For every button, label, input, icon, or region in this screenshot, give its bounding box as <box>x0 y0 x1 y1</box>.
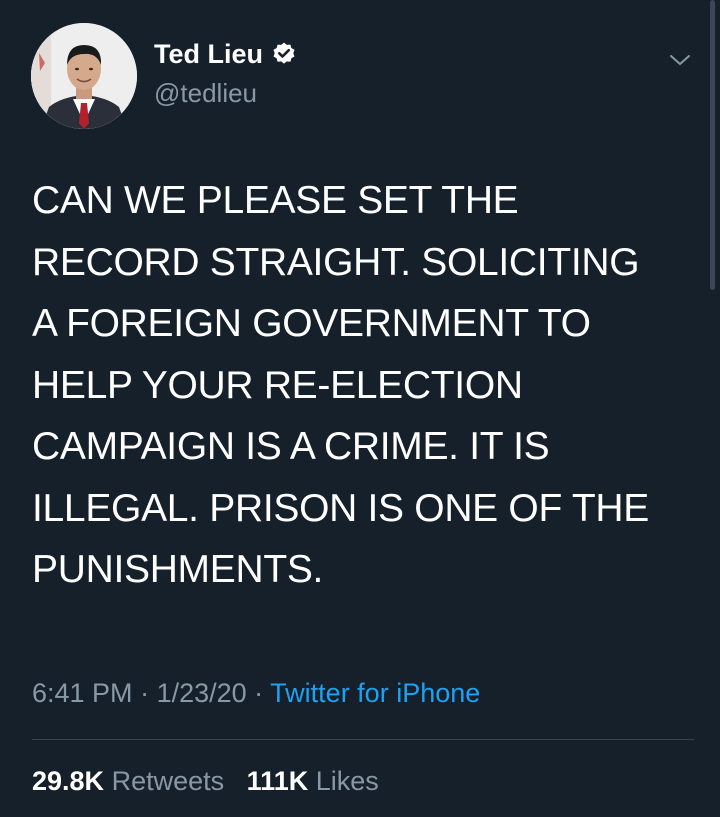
avatar[interactable] <box>31 23 137 129</box>
scrollbar[interactable] <box>710 0 715 290</box>
retweets-label: Retweets <box>111 766 225 796</box>
divider <box>32 739 694 740</box>
tweet-stats: 29.8K Retweets 111K Likes <box>32 764 379 798</box>
meta-separator: · <box>132 678 157 708</box>
likes-label: Likes <box>315 766 379 796</box>
tweet-time[interactable]: 6:41 PM <box>32 678 133 708</box>
likes-stat[interactable]: 111K Likes <box>247 766 379 796</box>
profile-photo <box>31 23 137 129</box>
tweet-meta: 6:41 PM · 1/23/20 · Twitter for iPhone <box>32 676 480 710</box>
name-row: Ted Lieu <box>154 38 297 70</box>
tweet-detail: Ted Lieu @tedlieu CAN WE PLEASE SET THE … <box>0 0 720 817</box>
tweet-text-line: PUNISHMENTS. <box>32 548 324 591</box>
tweet-text: CAN WE PLEASE SET THE RECORD STRAIGHT. S… <box>32 170 682 601</box>
tweet-text-line: RECORD STRAIGHT. SOLICITING <box>32 240 640 284</box>
tweet-date[interactable]: 1/23/20 <box>157 678 247 708</box>
meta-separator: · <box>246 678 271 708</box>
tweet-text-line: HELP YOUR RE-ELECTION <box>32 363 523 407</box>
tweet-source-link[interactable]: Twitter for iPhone <box>270 678 480 708</box>
tweet-text-line: CAMPAIGN IS A CRIME. IT IS <box>32 425 550 468</box>
retweets-count: 29.8K <box>32 766 105 796</box>
user-handle[interactable]: @tedlieu <box>154 78 257 108</box>
chevron-down-icon[interactable] <box>669 52 691 68</box>
likes-count: 111K <box>246 766 309 796</box>
retweets-stat[interactable]: 29.8K Retweets <box>32 766 224 796</box>
tweet-text-line: A FOREIGN GOVERNMENT TO <box>32 302 591 345</box>
tweet-text-line: ILLEGAL. PRISON IS ONE OF THE <box>32 486 649 530</box>
tweet-text-line: CAN WE PLEASE SET THE <box>32 179 519 222</box>
verified-badge-icon <box>271 41 297 67</box>
display-name[interactable]: Ted Lieu <box>154 38 263 70</box>
